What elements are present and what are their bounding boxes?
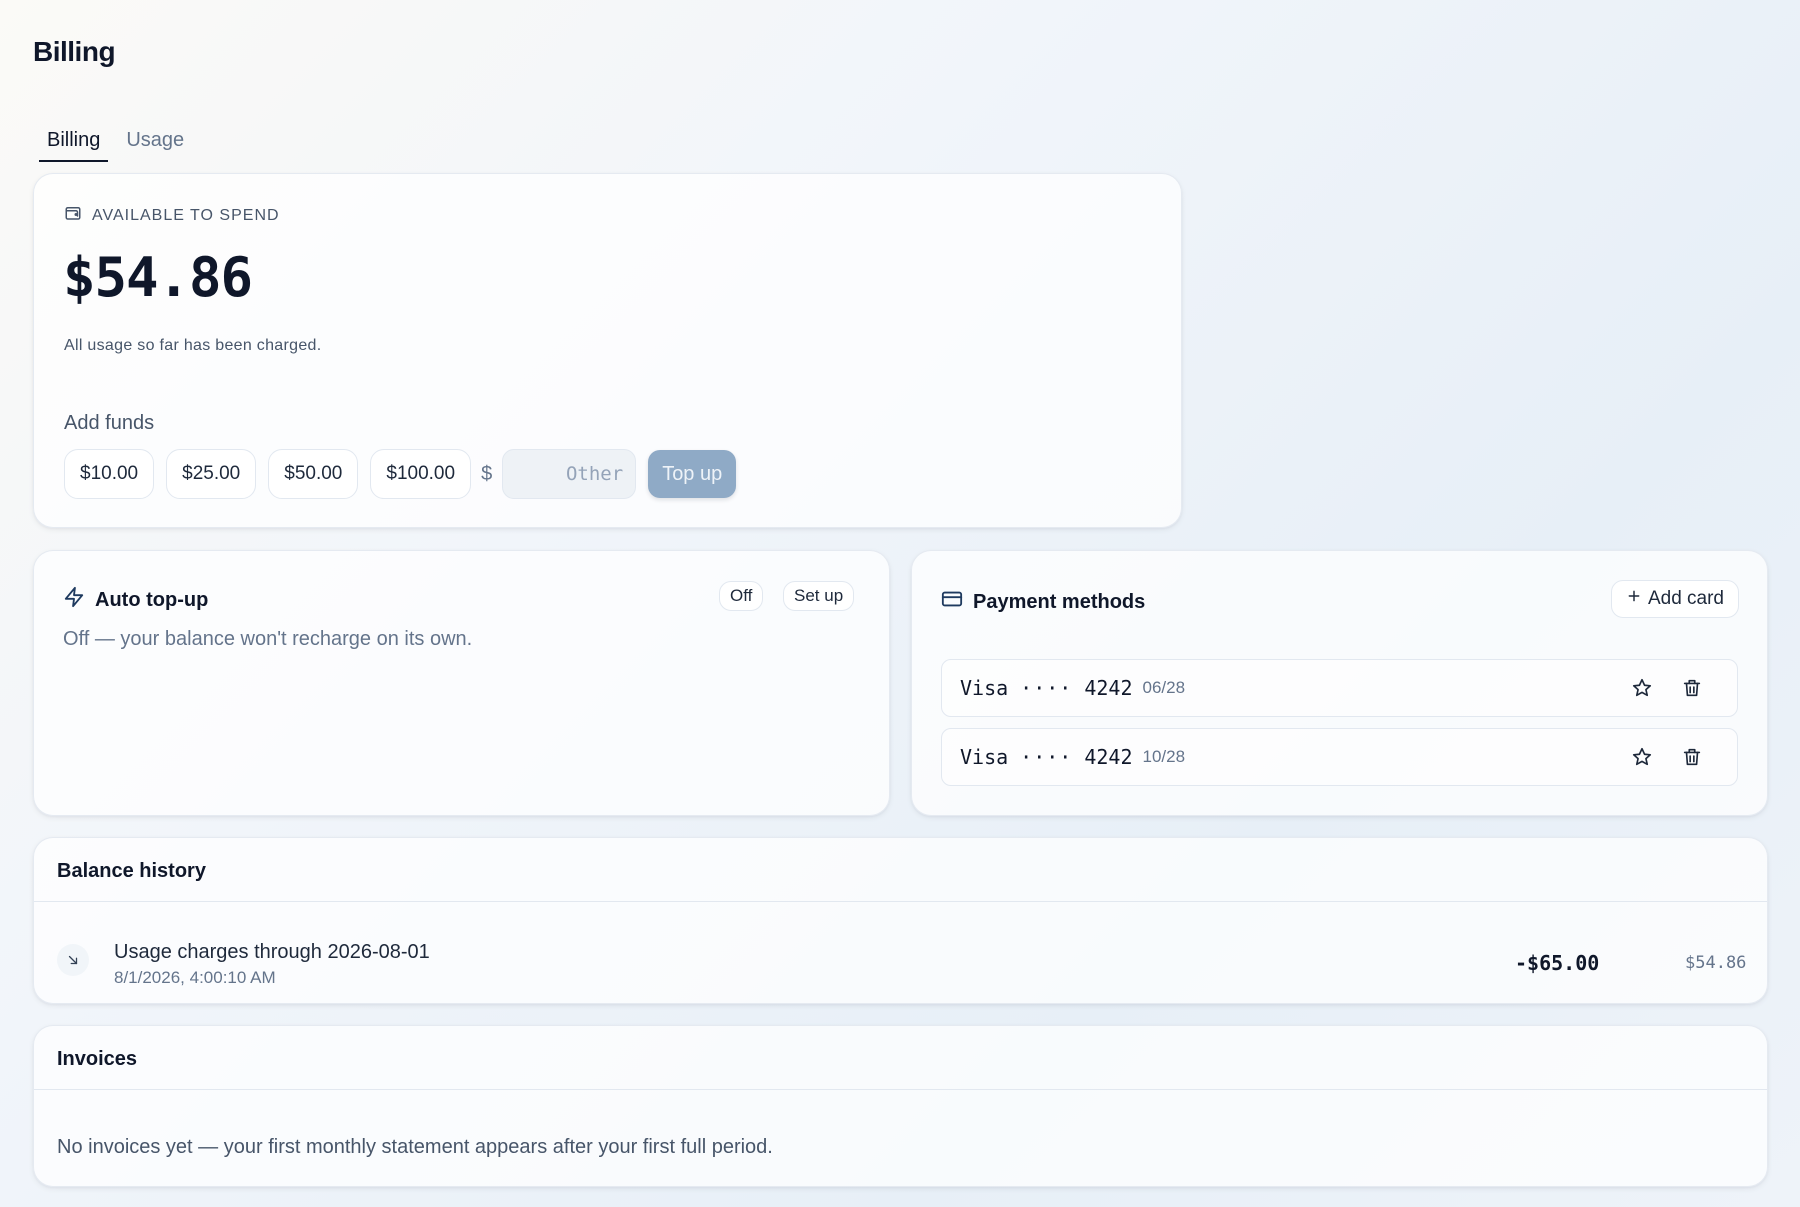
setup-button[interactable]: Set up: [783, 581, 855, 611]
tab-billing[interactable]: Billing: [39, 124, 109, 162]
trash-icon[interactable]: [1681, 677, 1703, 699]
currency-symbol: $: [481, 462, 493, 485]
tab-bar: Billing Usage: [39, 124, 202, 162]
wallet-icon: [64, 204, 82, 227]
other-amount-input[interactable]: [502, 449, 637, 499]
card-brand: Visa: [960, 745, 1009, 769]
card-last4: 4242: [1084, 745, 1133, 769]
preset-25-button[interactable]: $25.00: [166, 449, 257, 499]
available-label: AVAILABLE TO SPEND: [92, 206, 280, 224]
auto-topup-description: Off — your balance won't recharge on its…: [63, 628, 473, 650]
balance-history-card: Balance history Usage charges through 20…: [33, 837, 1768, 1004]
history-entry-balance: $54.86: [1685, 953, 1747, 973]
available-note: All usage so far has been charged.: [64, 337, 322, 354]
auto-topup-card: Auto top-up Off Set up Off — your balanc…: [33, 550, 890, 816]
available-label-row: AVAILABLE TO SPEND: [64, 204, 280, 227]
payment-card-row: Visa ···· 4242 06/28: [941, 659, 1738, 717]
auto-topup-title: Auto top-up: [95, 588, 209, 611]
card-mask: ····: [1020, 745, 1073, 769]
balance-history-title: Balance history: [57, 860, 206, 882]
available-amount: $54.86: [63, 246, 253, 309]
card-mask: ····: [1020, 676, 1073, 700]
page-title: Billing: [33, 36, 116, 67]
top-up-button[interactable]: Top up: [648, 450, 737, 498]
payment-methods-title: Payment methods: [973, 590, 1146, 613]
card-expiry: 10/28: [1142, 747, 1186, 766]
star-icon[interactable]: [1631, 746, 1653, 768]
tab-usage[interactable]: Usage: [118, 124, 192, 162]
history-entry-amount: -$65.00: [1515, 951, 1600, 975]
add-card-label: Add card: [1647, 588, 1724, 609]
card-expiry: 06/28: [1142, 678, 1186, 697]
card-brand: Visa: [960, 676, 1009, 700]
add-funds-label: Add funds: [64, 412, 155, 434]
credit-card-icon: [941, 588, 963, 616]
add-funds-row: $10.00 $25.00 $50.00 $100.00 $ Top up: [64, 449, 737, 499]
lightning-icon: [63, 586, 85, 614]
payment-methods-title-row: Payment methods: [941, 588, 1145, 616]
card-last4: 4242: [1084, 676, 1133, 700]
trash-icon[interactable]: [1681, 746, 1703, 768]
preset-50-button[interactable]: $50.00: [268, 449, 359, 499]
history-entry-title: Usage charges through 2026-08-01: [114, 941, 430, 963]
available-balance-card: AVAILABLE TO SPEND $54.86 All usage so f…: [33, 173, 1182, 528]
add-card-button[interactable]: Add card: [1610, 580, 1739, 618]
preset-10-button[interactable]: $10.00: [64, 449, 155, 499]
preset-100-button[interactable]: $100.00: [370, 449, 472, 499]
divider: [34, 1089, 1767, 1090]
invoices-card: Invoices No invoices yet — your first mo…: [33, 1025, 1768, 1187]
invoices-title: Invoices: [57, 1048, 138, 1070]
history-entry-time: 8/1/2026, 4:00:10 AM: [114, 968, 276, 987]
payment-card-row: Visa ···· 4242 10/28: [941, 728, 1738, 786]
invoices-empty-text: No invoices yet — your first monthly sta…: [57, 1136, 773, 1158]
payment-methods-card: Payment methods Add card Visa ···· 4242 …: [911, 550, 1768, 816]
plus-icon: [1626, 588, 1642, 610]
star-icon[interactable]: [1631, 677, 1653, 699]
divider: [34, 901, 1767, 902]
arrow-down-right-icon: [57, 944, 89, 976]
auto-topup-status-badge: Off: [719, 581, 764, 611]
auto-topup-title-row: Auto top-up: [63, 586, 208, 614]
